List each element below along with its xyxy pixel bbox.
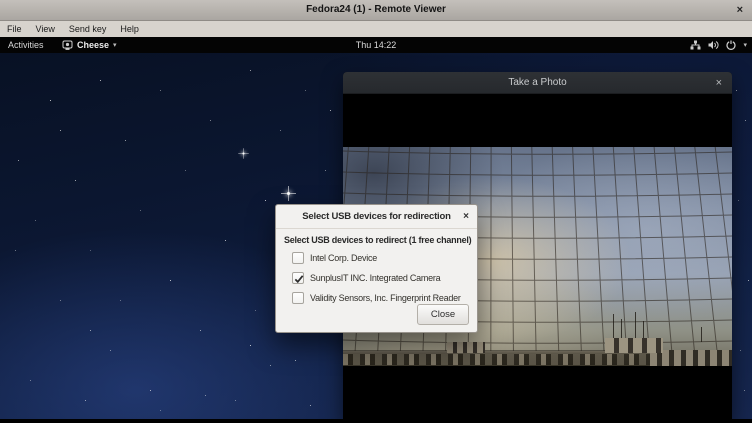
starfield (0, 53, 1, 54)
menu-view[interactable]: View (29, 21, 62, 37)
take-a-photo-title: Take a Photo (343, 72, 732, 94)
device-row-intel: Intel Corp. Device (292, 251, 477, 265)
rooftop-structure (447, 342, 485, 353)
usb-dialog-close-button[interactable]: Close (417, 304, 469, 325)
window-title: Fedora24 (1) - Remote Viewer (0, 0, 752, 20)
device-checkbox[interactable] (292, 252, 304, 264)
antenna (613, 314, 614, 338)
antenna (643, 321, 644, 338)
device-row-validity: Validity Sensors, Inc. Fingerprint Reade… (292, 291, 477, 305)
antenna (701, 327, 702, 342)
usb-dialog-close-icon[interactable]: × (463, 205, 469, 229)
device-label[interactable]: SunplusIT INC. Integrated Camera (310, 273, 440, 283)
device-row-sunplusit: SunplusIT INC. Integrated Camera (292, 271, 477, 285)
power-icon (726, 40, 736, 50)
rooftop-structure (605, 338, 663, 353)
device-label[interactable]: Intel Corp. Device (310, 253, 377, 263)
menu-file[interactable]: File (0, 21, 29, 37)
bright-star (287, 192, 290, 195)
menubar: File View Send key Help (0, 21, 752, 37)
usb-dialog-heading: Select USB devices to redirect (1 free c… (284, 235, 469, 245)
menu-send-key[interactable]: Send key (62, 21, 114, 37)
window-close-icon[interactable]: × (737, 0, 743, 20)
device-checkbox[interactable] (292, 272, 304, 284)
bright-star (242, 152, 244, 154)
take-a-photo-close-icon[interactable]: × (716, 72, 722, 94)
usb-dialog-titlebar[interactable]: Select USB devices for redirection × (276, 205, 477, 229)
clock[interactable]: Thu 14:22 (0, 37, 752, 53)
system-status-menu[interactable]: ▾ (690, 37, 747, 53)
menu-help[interactable]: Help (113, 21, 146, 37)
antenna (621, 319, 622, 338)
device-label[interactable]: Validity Sensors, Inc. Fingerprint Reade… (310, 293, 461, 303)
remote-viewer-titlebar[interactable]: Fedora24 (1) - Remote Viewer × (0, 0, 752, 21)
gnome-topbar: Activities Cheese ▾ Thu 14:22 ▾ (0, 37, 752, 53)
volume-icon (708, 40, 719, 50)
buildings-skyline (343, 339, 732, 366)
letterbox-strip (0, 419, 752, 423)
usb-redirect-dialog: Select USB devices for redirection × Sel… (275, 204, 478, 333)
usb-dialog-title: Select USB devices for redirection (276, 205, 477, 229)
chevron-down-icon: ▾ (743, 41, 747, 49)
network-icon (690, 40, 701, 50)
checkmark-icon (294, 274, 304, 284)
antenna (635, 312, 636, 338)
device-checkbox[interactable] (292, 292, 304, 304)
take-a-photo-titlebar[interactable]: Take a Photo × (343, 72, 732, 94)
